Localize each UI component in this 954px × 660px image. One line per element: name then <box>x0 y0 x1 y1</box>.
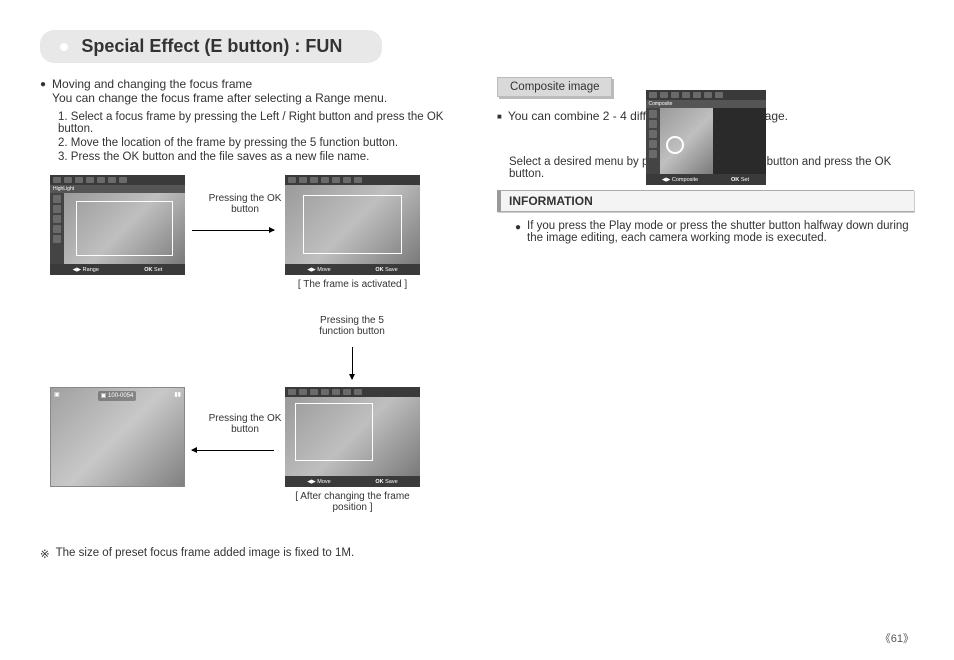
lcd-strip: HighLight <box>50 185 185 193</box>
right-column: Composite image ■ You can combine 2 - 4 … <box>497 77 914 561</box>
lcd-bottom-left: Composite <box>672 177 698 183</box>
arrow2-label: Pressing the 5 function button <box>302 315 402 337</box>
composite-box-label: Composite image <box>497 77 612 97</box>
info-bullet-text: If you press the Play mode or press the … <box>527 220 910 244</box>
lcd-frame-activated: ◀▶ Move OK Save <box>285 175 420 275</box>
lcd-bottom-right: Save <box>385 479 398 485</box>
lcd-bottombar: ◀▶ Range OK Set <box>50 264 185 275</box>
lcd-photo <box>64 193 185 264</box>
play-icon: ▣ <box>54 391 60 401</box>
lcd2-caption: [ The frame is activated ] <box>285 279 420 290</box>
columns: ● Moving and changing the focus frame Yo… <box>40 77 914 561</box>
lcd-sidebar <box>50 193 64 264</box>
page-title: Special Effect (E button) : FUN <box>81 36 342 56</box>
lcd-photo <box>285 397 420 476</box>
focus-frame-icon <box>295 403 373 461</box>
bullet-icon: ● <box>40 77 46 93</box>
lcd-photo <box>285 185 420 264</box>
arrow-down-icon <box>352 347 353 379</box>
lcd-photo <box>660 108 766 174</box>
step-3: 3. Press the OK button and the file save… <box>58 151 457 163</box>
lcd-bottom-right: Save <box>385 267 398 273</box>
left-heading-row: ● Moving and changing the focus frame Yo… <box>40 77 457 105</box>
arrow-right-1-icon <box>192 230 274 231</box>
lcd-bottom-left: Move <box>317 267 330 273</box>
arrow1-label: Pressing the OK button <box>195 193 295 215</box>
file-number: ▣ 100-0054 <box>98 391 137 401</box>
bullet-icon: ● <box>515 220 521 236</box>
note-line: ※ The size of preset focus frame added i… <box>40 547 457 561</box>
battery-icon: ▮▮ <box>174 391 181 401</box>
steps-list: 1. Select a focus frame by pressing the … <box>58 111 457 163</box>
information-header: INFORMATION <box>497 190 914 212</box>
note-text: The size of preset focus frame added ima… <box>56 547 355 561</box>
lcd-sidebar <box>646 108 660 174</box>
lcd-strip: Composite <box>646 100 766 108</box>
lcd3-caption: [ After changing the frame position ] <box>285 491 420 513</box>
information-body: ● If you press the Play mode or press th… <box>497 212 914 254</box>
lcd-highlight: HighLight ◀▶ Range OK Set <box>50 175 185 275</box>
left-heading: Moving and changing the focus frame <box>52 77 387 91</box>
selection-circle-icon <box>666 136 684 154</box>
information-title: INFORMATION <box>509 194 593 208</box>
lcd-topbar <box>285 175 420 185</box>
info-bullet-row: ● If you press the Play mode or press th… <box>515 220 910 244</box>
lcd-bottom-left: Range <box>83 267 99 273</box>
focus-frame-icon <box>76 201 173 256</box>
left-column: ● Moving and changing the focus frame Yo… <box>40 77 457 561</box>
step-1: 1. Select a focus frame by pressing the … <box>58 111 457 135</box>
lcd-bottom-ok: OK <box>144 267 152 273</box>
lcd-topbar <box>285 387 420 397</box>
left-heading-block: Moving and changing the focus frame You … <box>52 77 387 105</box>
lcd-bottombar: ◀▶ Composite OK Set <box>646 174 766 185</box>
lcd-bottombar: ◀▶ Move OK Save <box>285 264 420 275</box>
lcd-bottom-ok: OK <box>375 479 383 485</box>
arrow-left-icon <box>192 450 274 451</box>
focus-frame-icon <box>303 195 402 254</box>
lcd-bottombar: ◀▶ Move OK Save <box>285 476 420 487</box>
lcd-composite: Composite ◀▶ Composite OK Set <box>646 90 766 185</box>
note-symbol: ※ <box>40 547 50 561</box>
lcd-bottom-ok: OK <box>731 177 739 183</box>
arrow3-label: Pressing the OK button <box>195 413 295 435</box>
step-2: 2. Move the location of the frame by pre… <box>58 137 457 149</box>
right-lcds: FUN ◀▶ Move E Exit Composite <box>497 137 914 138</box>
page-number: 《61》 <box>880 630 914 646</box>
saved-photo: ▣ ▣ 100-0054 ▮▮ <box>50 387 185 487</box>
lcd-bottom-right: Set <box>154 267 162 273</box>
lcd-topbar <box>646 90 766 100</box>
lcd-topbar <box>50 175 185 185</box>
lcd-frame-moved: ◀▶ Move OK Save <box>285 387 420 487</box>
page-title-pill: Special Effect (E button) : FUN <box>40 30 382 63</box>
lcd-bottom-right: Set <box>741 177 749 183</box>
lcd-bottom-ok: OK <box>375 267 383 273</box>
photo-topline: ▣ ▣ 100-0054 ▮▮ <box>54 391 181 401</box>
left-subtext: You can change the focus frame after sel… <box>52 91 387 105</box>
square-bullet-icon: ■ <box>497 109 502 125</box>
figure-grid: HighLight ◀▶ Range OK Set Pressing the O… <box>40 175 457 535</box>
lcd-bottom-left: Move <box>317 479 330 485</box>
